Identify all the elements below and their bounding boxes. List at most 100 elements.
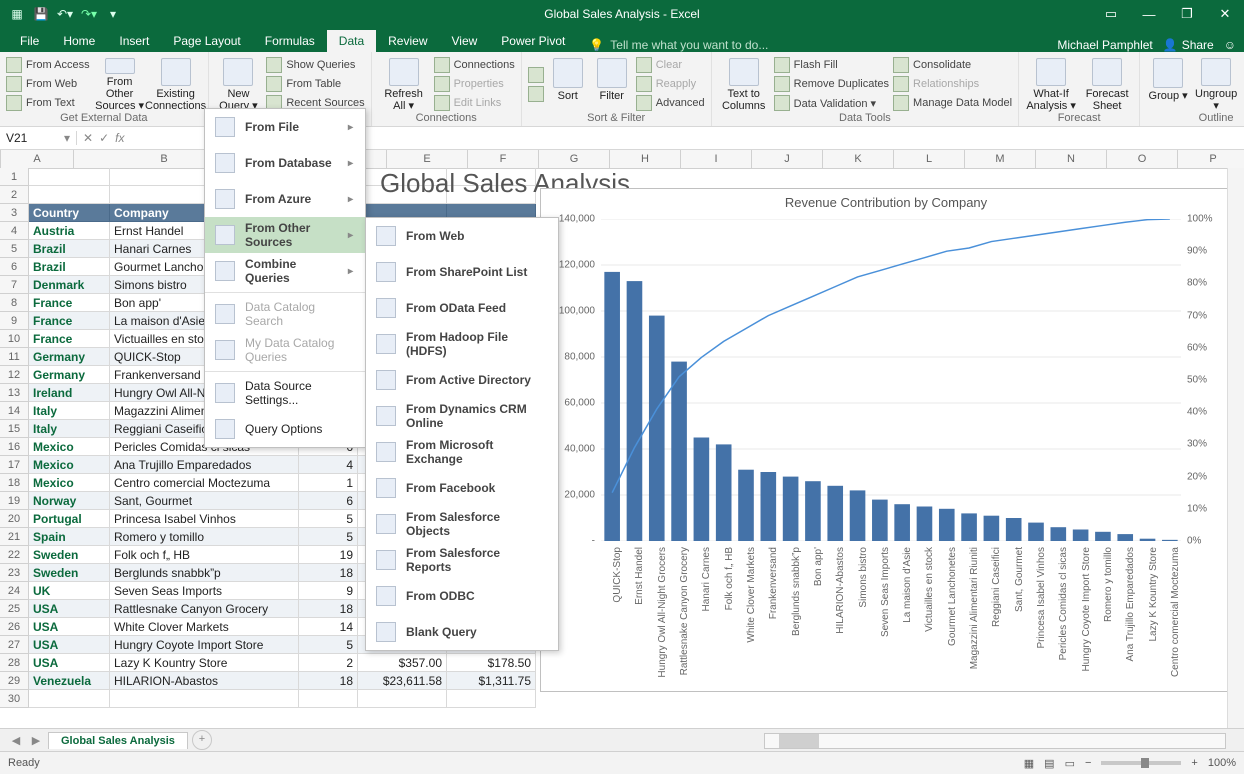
advanced-filter-button[interactable]: Advanced [636, 94, 705, 112]
from-other-sources-button[interactable]: From Other Sources ▾ [94, 56, 146, 112]
row-header[interactable]: 14 [0, 402, 29, 420]
cell[interactable]: $357.00 [358, 654, 447, 672]
row-header[interactable]: 25 [0, 600, 29, 618]
col-header[interactable]: A [1, 150, 74, 168]
cell[interactable]: Brazil [29, 240, 110, 258]
row-header[interactable]: 2 [0, 186, 29, 204]
cell[interactable]: Ana Trujillo Emparedados [110, 456, 299, 474]
cell[interactable]: 9 [299, 582, 358, 600]
sort-button[interactable]: Sort [548, 56, 588, 112]
cell[interactable]: White Clover Markets [110, 618, 299, 636]
col-header[interactable]: H [610, 150, 681, 168]
menu-item-from-salesforce-objects[interactable]: From Salesforce Objects [366, 506, 558, 542]
cell[interactable]: 18 [299, 564, 358, 582]
cell[interactable]: Germany [29, 366, 110, 384]
col-header[interactable]: E [387, 150, 468, 168]
cell[interactable]: Norway [29, 492, 110, 510]
cell[interactable]: Italy [29, 420, 110, 438]
col-header[interactable]: N [1036, 150, 1107, 168]
tab-review[interactable]: Review [376, 30, 439, 52]
fx-icon[interactable]: fx [115, 131, 124, 145]
row-header[interactable]: 8 [0, 294, 29, 312]
view-normal-icon[interactable]: ▦ [1024, 757, 1034, 770]
cell[interactable]: Folk och f„ HB [110, 546, 299, 564]
row-header[interactable]: 15 [0, 420, 29, 438]
minimize-icon[interactable]: — [1130, 0, 1168, 28]
what-if-button[interactable]: What-If Analysis ▾ [1025, 56, 1077, 112]
from-table-button[interactable]: From Table [266, 75, 364, 93]
cell[interactable]: Austria [29, 222, 110, 240]
row-header[interactable]: 29 [0, 672, 29, 690]
sort-za-button[interactable] [528, 85, 544, 103]
sheet-nav-next-icon[interactable]: ▶ [28, 734, 44, 747]
col-header[interactable]: I [681, 150, 752, 168]
cell[interactable]: Ireland [29, 384, 110, 402]
cell[interactable]: Sweden [29, 564, 110, 582]
cell[interactable] [358, 690, 447, 708]
filter-button[interactable]: Filter [592, 56, 632, 112]
restore-icon[interactable]: ❐ [1168, 0, 1206, 28]
user-name[interactable]: Michael Pamphlet [1057, 38, 1152, 52]
cell[interactable]: Berglunds snabbk”p [110, 564, 299, 582]
cell[interactable]: Mexico [29, 456, 110, 474]
menu-item-query-options[interactable]: Query Options [205, 411, 365, 447]
flash-fill-button[interactable]: Flash Fill [774, 56, 889, 74]
cell[interactable]: 14 [299, 618, 358, 636]
tab-page-layout[interactable]: Page Layout [161, 30, 252, 52]
name-box[interactable]: V21▾ [0, 131, 77, 145]
show-queries-button[interactable]: Show Queries [266, 56, 364, 74]
menu-item-blank-query[interactable]: Blank Query [366, 614, 558, 650]
menu-item-from-dynamics-crm-online[interactable]: From Dynamics CRM Online [366, 398, 558, 434]
cell[interactable]: Mexico [29, 474, 110, 492]
cell[interactable] [29, 186, 110, 204]
row-header[interactable]: 23 [0, 564, 29, 582]
cell[interactable]: 19 [299, 546, 358, 564]
col-header[interactable]: K [823, 150, 894, 168]
smiley-icon[interactable]: ☺ [1224, 38, 1236, 52]
col-header[interactable]: L [894, 150, 965, 168]
cell[interactable]: Brazil [29, 258, 110, 276]
col-header[interactable]: J [752, 150, 823, 168]
cell[interactable]: Sweden [29, 546, 110, 564]
cell[interactable]: France [29, 294, 110, 312]
existing-connections-button[interactable]: Existing Connections [150, 56, 202, 112]
zoom-in-icon[interactable]: + [1191, 757, 1197, 769]
row-header[interactable]: 1 [0, 168, 29, 186]
row-header[interactable]: 24 [0, 582, 29, 600]
cell[interactable]: 4 [299, 456, 358, 474]
tab-file[interactable]: File [8, 30, 51, 52]
menu-item-from-odbc[interactable]: From ODBC [366, 578, 558, 614]
new-query-button[interactable]: New Query ▾ [215, 56, 263, 112]
tab-power-pivot[interactable]: Power Pivot [489, 30, 577, 52]
cell[interactable]: 18 [299, 600, 358, 618]
refresh-all-button[interactable]: Refresh All ▾ [378, 56, 430, 112]
menu-item-from-salesforce-reports[interactable]: From Salesforce Reports [366, 542, 558, 578]
cell[interactable]: Rattlesnake Canyon Grocery [110, 600, 299, 618]
cell[interactable] [29, 690, 110, 708]
row-header[interactable]: 26 [0, 618, 29, 636]
tell-me-search[interactable]: 💡 Tell me what you want to do... [589, 38, 768, 52]
menu-item-from-file[interactable]: From File▸ [205, 109, 365, 145]
cell[interactable]: Denmark [29, 276, 110, 294]
cell[interactable]: Lazy K Kountry Store [110, 654, 299, 672]
cell[interactable] [299, 690, 358, 708]
row-header[interactable]: 21 [0, 528, 29, 546]
cell[interactable]: Seven Seas Imports [110, 582, 299, 600]
save-icon[interactable]: 💾 [30, 3, 52, 25]
column-headers[interactable]: ABCDEFGHIJKLMNOPQR [0, 150, 1244, 169]
ribbon-options-icon[interactable]: ▭ [1092, 0, 1130, 28]
share-button[interactable]: 👤Share [1163, 38, 1214, 52]
cell[interactable]: $23,611.58 [358, 672, 447, 690]
cell[interactable]: 5 [299, 528, 358, 546]
cell[interactable]: USA [29, 654, 110, 672]
row-header[interactable]: 12 [0, 366, 29, 384]
tab-view[interactable]: View [440, 30, 490, 52]
cell[interactable]: $1,311.75 [447, 672, 536, 690]
tab-formulas[interactable]: Formulas [253, 30, 327, 52]
menu-item-from-active-directory[interactable]: From Active Directory [366, 362, 558, 398]
cell[interactable]: Romero y tomillo [110, 528, 299, 546]
enter-formula-icon[interactable]: ✓ [99, 131, 109, 145]
sheet-tab[interactable]: Global Sales Analysis [48, 732, 188, 749]
cell[interactable]: 5 [299, 510, 358, 528]
row-header[interactable]: 30 [0, 690, 29, 708]
